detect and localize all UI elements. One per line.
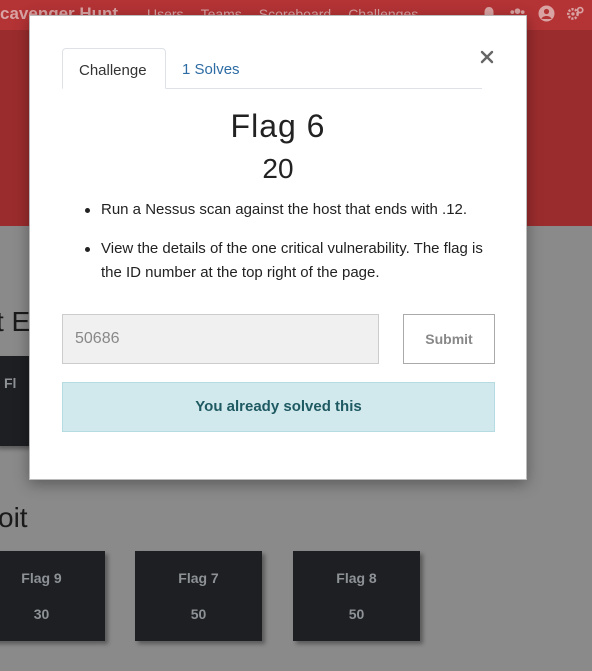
tab-solves[interactable]: 1 Solves: [166, 48, 256, 89]
challenge-title: Flag 6: [230, 108, 326, 144]
user-circle-icon[interactable]: [538, 5, 555, 22]
challenge-modal: Challenge 1 Solves Flag 6 20 Run a Nessu…: [29, 15, 527, 480]
challenge-description: Run a Nessus scan against the host that …: [84, 198, 504, 300]
flag-input[interactable]: [62, 314, 379, 364]
challenge-card[interactable]: Flag 8 50: [293, 551, 420, 641]
submit-button[interactable]: Submit: [403, 314, 495, 364]
challenge-value: 20: [262, 153, 294, 184]
description-item: View the details of the one critical vul…: [84, 237, 504, 285]
challenge-card-name: Flag 7: [178, 570, 219, 586]
challenge-card-name: Flag 8: [336, 570, 377, 586]
solved-notice: You already solved this: [62, 382, 495, 432]
challenge-card[interactable]: Flag 7 50: [135, 551, 262, 641]
cogs-icon[interactable]: [567, 5, 584, 22]
modal-tabs: Challenge 1 Solves: [62, 48, 482, 89]
category-title-2: oit: [0, 502, 28, 533]
challenge-card-value: 50: [190, 606, 207, 622]
tab-challenge[interactable]: Challenge: [62, 48, 166, 89]
challenge-card[interactable]: Flag 9 30: [0, 551, 105, 641]
description-item: Run a Nessus scan against the host that …: [84, 198, 504, 222]
challenge-card-value: 30: [33, 606, 50, 622]
challenge-card-name: Flag 9: [21, 570, 62, 586]
challenge-card-value: 50: [348, 606, 365, 622]
